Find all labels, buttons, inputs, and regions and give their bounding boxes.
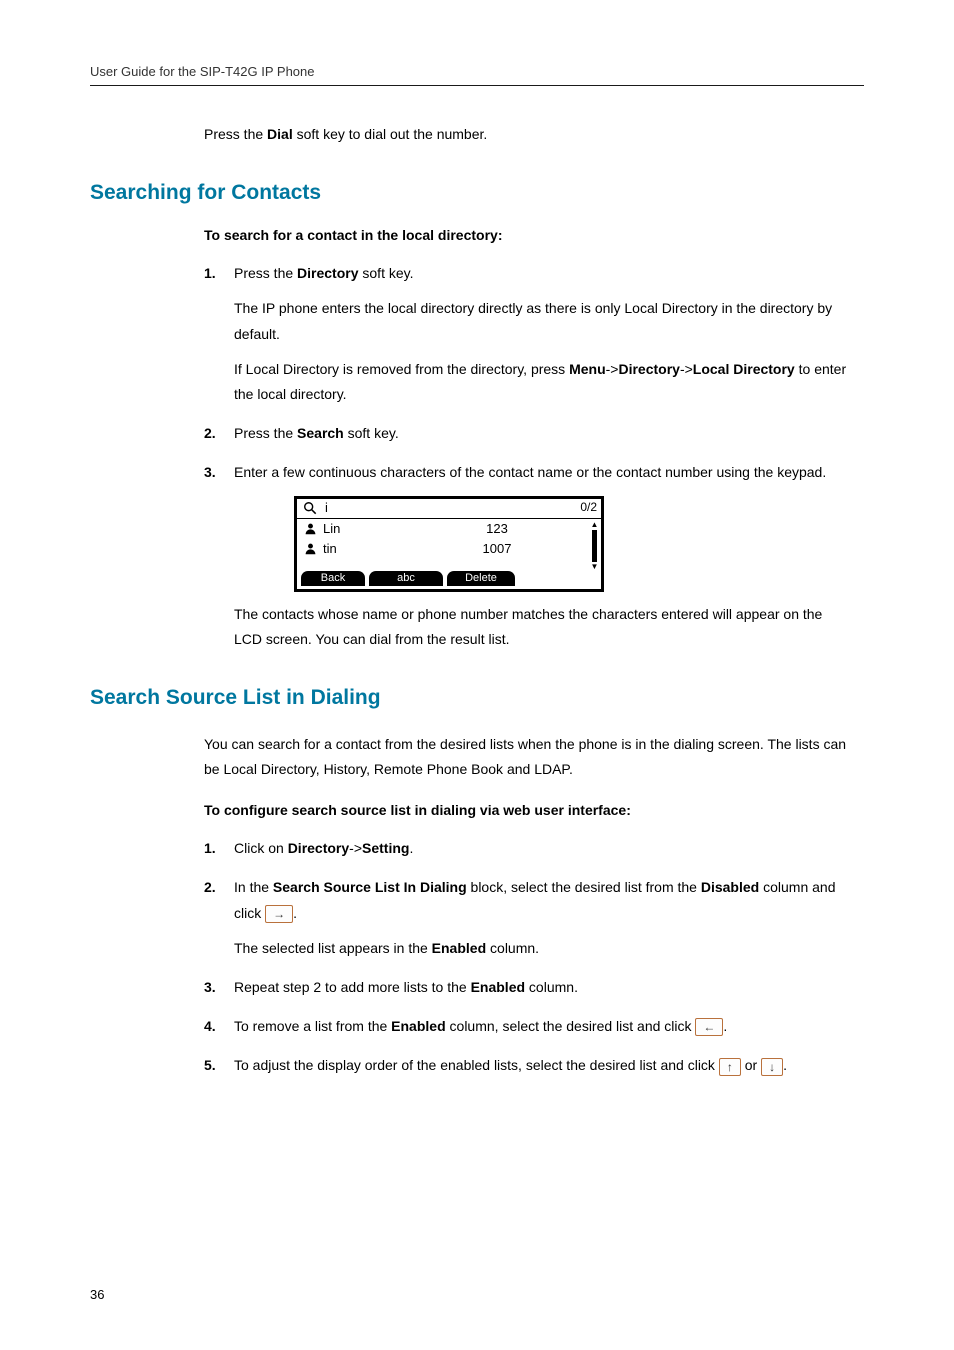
- text: block, select the desired list from the: [467, 879, 701, 895]
- search-icon: [297, 501, 323, 515]
- enabled-label: Enabled: [391, 1018, 445, 1034]
- scroll-down-icon: ▼: [591, 563, 599, 571]
- directory-label: Directory: [618, 361, 679, 377]
- text: column.: [486, 940, 539, 956]
- step-1-detail-1: The IP phone enters the local directory …: [234, 296, 854, 346]
- text: Enter a few continuous characters of the…: [234, 464, 826, 480]
- text: .: [783, 1057, 787, 1073]
- menu-label: Menu: [569, 361, 606, 377]
- text: The selected list appears in the: [234, 940, 432, 956]
- text: Repeat step 2 to add more lists to the: [234, 979, 471, 995]
- lcd-search-row: i 0/2: [297, 499, 601, 519]
- text: ->: [349, 840, 362, 856]
- step-1: Click on Directory->Setting.: [204, 836, 854, 861]
- text: ->: [606, 361, 619, 377]
- lcd-softkeys: Back abc Delete: [297, 567, 601, 589]
- subhead-search-contact: To search for a contact in the local dir…: [204, 227, 854, 243]
- heading-searching-for-contacts: Searching for Contacts: [90, 181, 864, 205]
- lcd-count: 0/2: [580, 497, 601, 519]
- step-2: In the Search Source List In Dialing blo…: [204, 875, 854, 961]
- running-header: User Guide for the SIP-T42G IP Phone: [90, 64, 864, 79]
- text: If Local Directory is removed from the d…: [234, 361, 569, 377]
- arrow-up-icon: ↑: [719, 1058, 741, 1076]
- enabled-label: Enabled: [471, 979, 525, 995]
- header-rule: [90, 85, 864, 86]
- subhead-configure-search-source: To configure search source list in diali…: [204, 802, 854, 818]
- search-source-label: Search Source List In Dialing: [273, 879, 467, 895]
- enabled-label: Enabled: [432, 940, 486, 956]
- softkey-back: Back: [301, 571, 365, 586]
- person-icon: [297, 542, 323, 555]
- step-3: Enter a few continuous characters of the…: [204, 460, 854, 652]
- local-directory-label: Local Directory: [693, 361, 795, 377]
- lcd-screen: i 0/2 Lin 123 tin 1007: [294, 496, 604, 592]
- scroll-up-icon: ▲: [591, 521, 599, 529]
- text: or: [741, 1057, 761, 1073]
- text: .: [723, 1018, 727, 1034]
- arrow-left-icon: ←: [695, 1018, 723, 1036]
- arrow-down-icon: ↓: [761, 1058, 783, 1076]
- step-4: To remove a list from the Enabled column…: [204, 1014, 854, 1039]
- arrow-right-icon: →: [265, 905, 293, 923]
- step-5: To adjust the display order of the enabl…: [204, 1053, 854, 1078]
- step-2-detail: The selected list appears in the Enabled…: [234, 936, 854, 961]
- text: column.: [525, 979, 578, 995]
- text: column, select the desired list and clic…: [446, 1018, 696, 1034]
- text: Press the: [204, 126, 267, 142]
- step-3-after: The contacts whose name or phone number …: [234, 602, 854, 652]
- intro-para: Press the Dial soft key to dial out the …: [204, 122, 854, 147]
- step-1: Press the Directory soft key. The IP pho…: [204, 261, 854, 407]
- text: Click on: [234, 840, 288, 856]
- dial-label: Dial: [267, 126, 293, 142]
- lcd-contact-row: Lin 123: [297, 519, 601, 539]
- text: To adjust the display order of the enabl…: [234, 1057, 719, 1073]
- dialing-intro: You can search for a contact from the de…: [204, 732, 854, 782]
- text: .: [293, 905, 297, 921]
- disabled-label: Disabled: [701, 879, 759, 895]
- lcd-contact-row: tin 1007: [297, 539, 601, 559]
- search-label: Search: [297, 425, 344, 441]
- steps-search-contact: Press the Directory soft key. The IP pho…: [204, 261, 854, 652]
- lcd-figure: i 0/2 Lin 123 tin 1007: [294, 496, 854, 592]
- text: .: [409, 840, 413, 856]
- steps-configure-search-source: Click on Directory->Setting. In the Sear…: [204, 836, 854, 1078]
- contact-number: 1007: [433, 537, 601, 560]
- text: ->: [680, 361, 693, 377]
- setting-label: Setting: [362, 840, 409, 856]
- text: soft key to dial out the number.: [293, 126, 488, 142]
- text: soft key.: [359, 265, 414, 281]
- text: Press the: [234, 425, 297, 441]
- text: In the: [234, 879, 273, 895]
- step-2: Press the Search soft key.: [204, 421, 854, 446]
- directory-label: Directory: [297, 265, 358, 281]
- contact-name: tin: [323, 537, 433, 560]
- step-3: Repeat step 2 to add more lists to the E…: [204, 975, 854, 1000]
- person-icon: [297, 522, 323, 535]
- lcd-scrollbar: ▲ ▼: [591, 521, 598, 571]
- page-number: 36: [90, 1287, 104, 1302]
- heading-search-source-list: Search Source List in Dialing: [90, 686, 864, 710]
- softkey-delete: Delete: [447, 571, 515, 586]
- softkey-abc: abc: [369, 571, 443, 586]
- step-1-detail-2: If Local Directory is removed from the d…: [234, 357, 854, 407]
- directory-label: Directory: [288, 840, 349, 856]
- text: Press the: [234, 265, 297, 281]
- text: soft key.: [344, 425, 399, 441]
- text: To remove a list from the: [234, 1018, 391, 1034]
- scroll-thumb: [592, 530, 597, 562]
